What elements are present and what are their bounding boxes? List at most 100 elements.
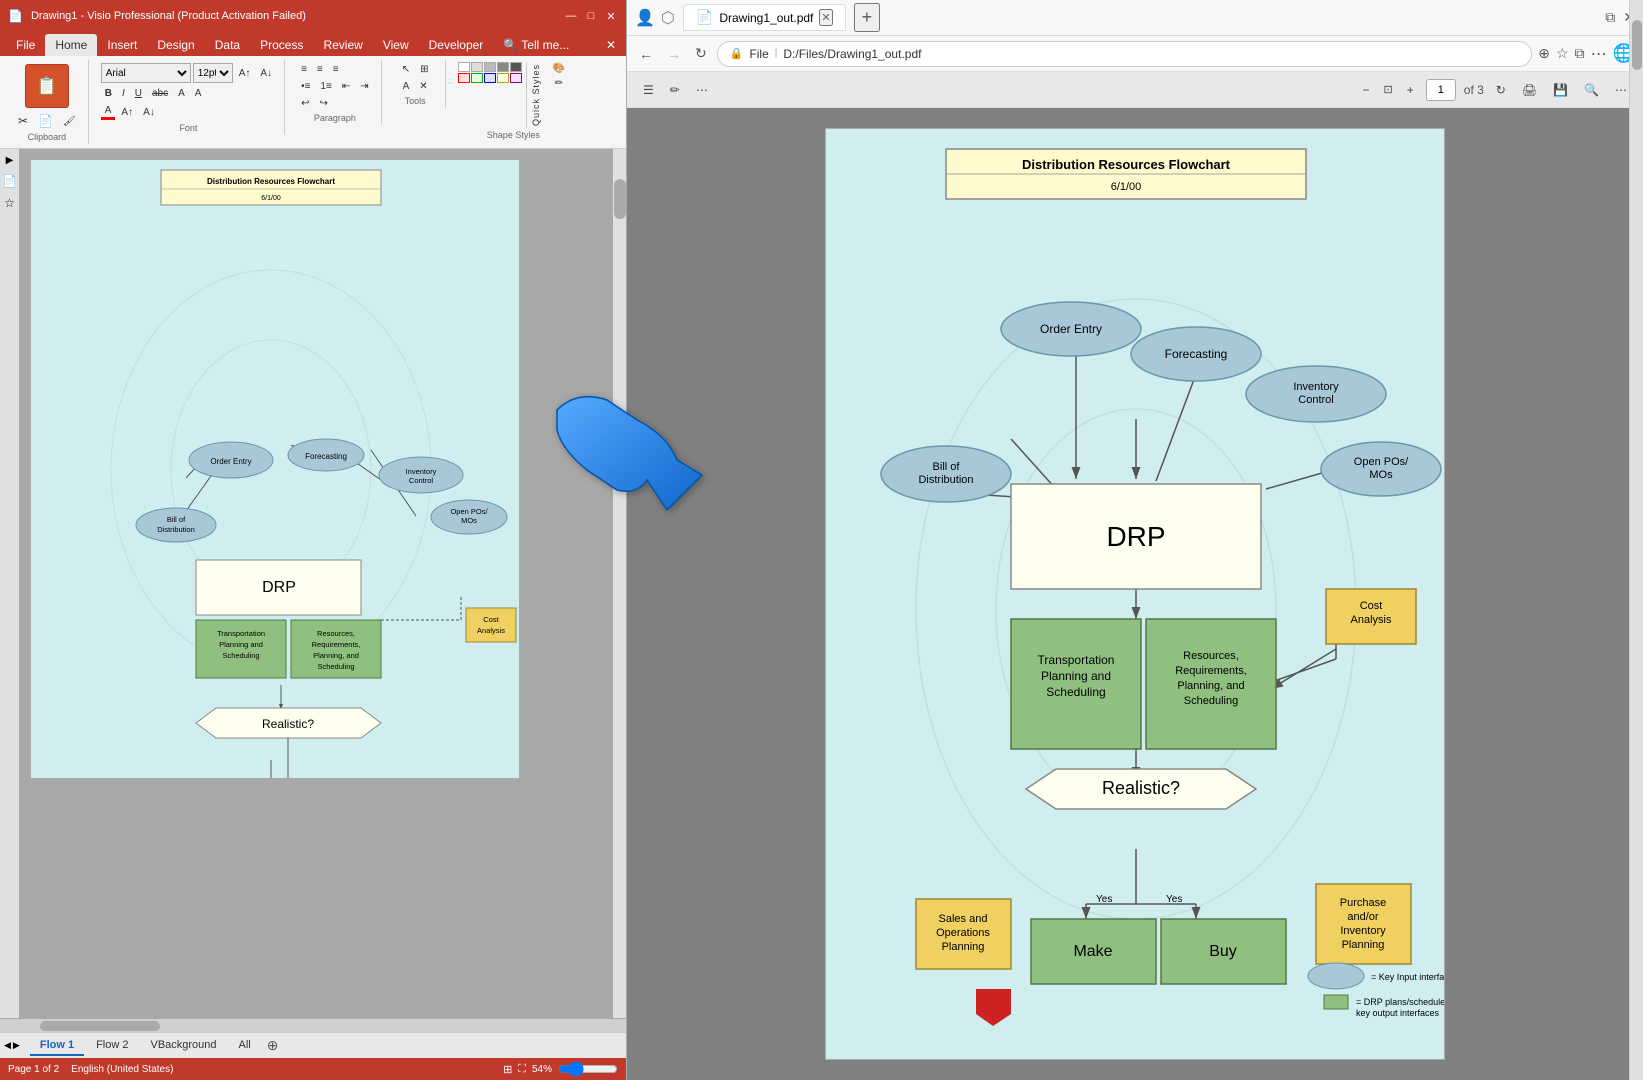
- italic-button[interactable]: I: [118, 87, 129, 100]
- tab-developer[interactable]: Developer: [419, 34, 494, 56]
- extension-icon[interactable]: ⬡: [661, 8, 675, 28]
- font-family-selector[interactable]: Arial: [101, 63, 191, 83]
- user-icon[interactable]: 👤: [635, 8, 655, 28]
- save-pdf-button[interactable]: 💾: [1549, 81, 1572, 99]
- sidebar-toggle-button[interactable]: ☰: [639, 81, 658, 99]
- visio-titlebar: 📄 Drawing1 - Visio Professional (Product…: [0, 0, 626, 32]
- pdf-tab[interactable]: 📄 Drawing1_out.pdf ✕: [683, 4, 846, 31]
- tab-flow2[interactable]: Flow 2: [86, 1036, 138, 1056]
- align-center-button[interactable]: ≡: [313, 63, 327, 76]
- tab-flow1[interactable]: Flow 1: [30, 1036, 84, 1056]
- split-view-button[interactable]: ⧉: [1575, 45, 1585, 62]
- zoom-slider[interactable]: [558, 1061, 618, 1077]
- fill-color-button[interactable]: 🎨: [549, 62, 569, 75]
- tab-data[interactable]: Data: [205, 34, 250, 56]
- superscript-button[interactable]: A: [191, 87, 206, 100]
- bold-button[interactable]: B: [101, 87, 116, 100]
- pdf-more-button[interactable]: ⋯: [692, 81, 712, 99]
- pdf-content[interactable]: Distribution Resources Flowchart 6/1/00: [627, 108, 1643, 1080]
- connector-tool-button[interactable]: ⊞: [416, 63, 432, 76]
- tab-home[interactable]: Home: [45, 34, 97, 56]
- pdf-options-button[interactable]: ⋯: [1611, 81, 1631, 99]
- zoom-in-button[interactable]: +: [1403, 81, 1418, 99]
- numbering-button[interactable]: 1≡: [316, 80, 335, 93]
- font-color-button[interactable]: A: [101, 104, 116, 120]
- tab-scroll-right[interactable]: ▶: [13, 1040, 20, 1051]
- maximize-button[interactable]: □: [584, 9, 598, 23]
- tab-process[interactable]: Process: [250, 34, 313, 56]
- pointer-tool-button[interactable]: ↖: [398, 63, 414, 76]
- paste-button[interactable]: 📋: [25, 64, 69, 108]
- text-tool-button[interactable]: A: [399, 80, 414, 93]
- paragraph-label: Paragraph: [314, 111, 356, 123]
- align-right-button[interactable]: ≡: [329, 63, 343, 76]
- ribbon-tabs: File Home Insert Design Data Process Rev…: [0, 32, 626, 56]
- svg-text:Transportation: Transportation: [217, 629, 265, 638]
- visio-scrollbar[interactable]: [612, 149, 626, 1018]
- cut-button[interactable]: ✂: [14, 113, 32, 129]
- subscript-button[interactable]: A: [174, 87, 189, 100]
- format-painter-button[interactable]: 🖌: [59, 115, 80, 128]
- pdf-scrollbar[interactable]: [1629, 108, 1643, 1080]
- tab-scroll-left[interactable]: ◀: [4, 1040, 11, 1051]
- tab-insert[interactable]: Insert: [97, 34, 147, 56]
- font-shrink-button[interactable]: A↓: [139, 106, 159, 119]
- back-button[interactable]: ←: [635, 44, 657, 64]
- svg-text:Planning, and: Planning, and: [313, 651, 359, 660]
- add-tab-button[interactable]: ⊕: [263, 1037, 283, 1054]
- horizontal-scrollbar[interactable]: [0, 1018, 626, 1032]
- align-left-button[interactable]: ≡: [297, 63, 311, 76]
- strikethrough-button[interactable]: abc: [148, 87, 172, 100]
- tab-review[interactable]: Review: [313, 34, 372, 56]
- favorites-button[interactable]: ☆: [1556, 45, 1569, 62]
- new-tab-button[interactable]: +: [854, 3, 881, 32]
- grow-font-button[interactable]: A↑: [235, 67, 255, 80]
- rtl-button[interactable]: ↩: [297, 97, 313, 110]
- tab-tellme[interactable]: 🔍 Tell me...: [493, 34, 579, 56]
- page-icon[interactable]: 📄: [2, 174, 17, 188]
- delete-tool-button[interactable]: ✕: [415, 80, 431, 93]
- tab-file[interactable]: File: [6, 34, 45, 56]
- star-icon[interactable]: ☆: [4, 196, 15, 210]
- zoom-out-button[interactable]: −: [1359, 81, 1374, 99]
- page-number-input[interactable]: [1426, 79, 1456, 101]
- forward-button[interactable]: →: [663, 44, 685, 64]
- bullets-button[interactable]: •≡: [297, 80, 314, 93]
- quick-styles-panel[interactable]: Quick Styles: [526, 62, 545, 128]
- shrink-font-button[interactable]: A↓: [256, 67, 276, 80]
- print-button[interactable]: 🖨: [1518, 81, 1541, 99]
- line-color-button[interactable]: ✏: [549, 77, 569, 90]
- decrease-indent-button[interactable]: ⇤: [338, 80, 354, 93]
- search-pdf-button[interactable]: 🔍: [1580, 81, 1603, 99]
- copy-button[interactable]: 📄: [34, 113, 57, 129]
- refresh-button[interactable]: ↻: [691, 43, 711, 64]
- zoom-fit-button[interactable]: ⊡: [1382, 81, 1395, 98]
- visio-canvas[interactable]: Distribution Resources Flowchart 6/1/00: [20, 149, 612, 1018]
- more-options-button[interactable]: ⋯: [1591, 44, 1607, 64]
- svg-text:Scheduling: Scheduling: [317, 662, 354, 671]
- tab-all[interactable]: All: [229, 1036, 261, 1056]
- font-size-selector[interactable]: 12pt.: [193, 63, 233, 83]
- close-button[interactable]: ✕: [604, 9, 618, 23]
- tab-vbackground[interactable]: VBackground: [140, 1036, 226, 1056]
- ltr-button[interactable]: ↪: [315, 97, 331, 110]
- fullscreen-button[interactable]: ⛶: [518, 1063, 526, 1076]
- restore-button[interactable]: ⧉: [1605, 9, 1615, 26]
- expand-icon[interactable]: ▶: [6, 155, 14, 166]
- normal-view-button[interactable]: ⊞: [503, 1063, 512, 1076]
- svg-text:Forecasting: Forecasting: [305, 452, 347, 461]
- increase-indent-button[interactable]: ⇥: [356, 80, 372, 93]
- font-grow-button[interactable]: A↑: [117, 106, 137, 119]
- tab-view[interactable]: View: [373, 34, 419, 56]
- draw-button[interactable]: ✏: [666, 81, 684, 99]
- minimize-button[interactable]: —: [564, 9, 578, 23]
- underline-button[interactable]: U: [131, 87, 146, 100]
- pdf-address-bar[interactable]: 🔒 File | D:/Files/Drawing1_out.pdf: [717, 41, 1533, 67]
- rotate-button[interactable]: ↻: [1492, 81, 1510, 99]
- zoom-toolbar-button[interactable]: ⊕: [1538, 45, 1550, 62]
- page-count: Page 1 of 2: [8, 1064, 59, 1075]
- pdf-tab-title: Drawing1_out.pdf: [719, 11, 813, 25]
- pdf-tab-close-button[interactable]: ✕: [819, 9, 832, 26]
- tab-design[interactable]: Design: [147, 34, 204, 56]
- ribbon-close-btn[interactable]: ✕: [596, 34, 626, 56]
